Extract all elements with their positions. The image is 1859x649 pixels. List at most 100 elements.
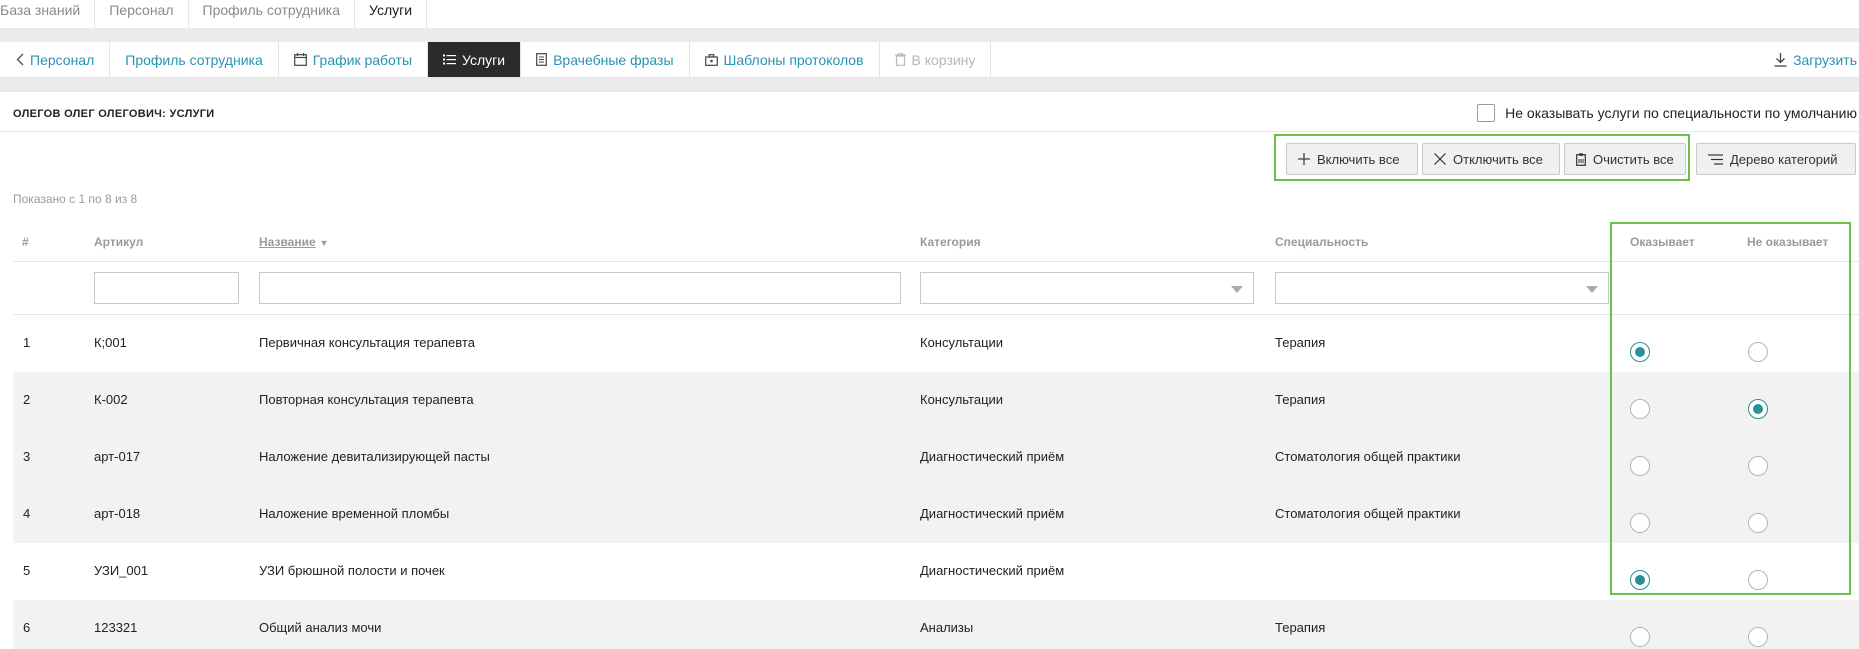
panel-header: ОЛЕГОВ ОЛЕГ ОЛЕГОВИЧ: УСЛУГИ Не оказыват…: [0, 92, 1859, 132]
category-tree-label: Дерево категорий: [1730, 151, 1838, 167]
clipboard-icon: [1576, 152, 1586, 166]
top-tab-services[interactable]: Услуги: [354, 0, 428, 28]
table-row: 3 арт-017 Наложение девитализирующей пас…: [13, 429, 1859, 486]
row-name: Повторная консультация терапевта: [259, 392, 474, 407]
top-tab-label: База знаний: [0, 2, 81, 18]
row-number: 3: [23, 449, 31, 464]
column-header-category[interactable]: Категория: [920, 235, 981, 249]
top-tab-knowledge-base[interactable]: База знаний: [0, 0, 96, 28]
row-article: арт-018: [94, 506, 141, 521]
row-category: Диагностический приём: [920, 449, 1065, 464]
tab-move-to-trash[interactable]: В корзину: [880, 42, 992, 77]
download-link[interactable]: Загрузить: [1774, 42, 1859, 77]
filter-name-input[interactable]: [259, 272, 901, 304]
disable-all-label: Отключить все: [1453, 151, 1543, 167]
calendar-icon: [293, 53, 307, 66]
row-article: К;001: [94, 335, 127, 350]
row-specialty: Терапия: [1275, 392, 1326, 407]
row-name: Общий анализ мочи: [259, 620, 382, 635]
divider: [13, 261, 1859, 262]
sort-caret-icon: ▼: [319, 238, 329, 248]
back-to-personnel-link[interactable]: Персонал: [0, 42, 111, 77]
tab-label: В корзину: [911, 51, 976, 68]
row-number: 6: [23, 620, 31, 635]
row-article: УЗИ_001: [94, 563, 149, 578]
tab-protocol-templates[interactable]: Шаблоны протоколов: [690, 42, 880, 77]
radio-columns-highlight: [1610, 222, 1851, 595]
row-category: Диагностический приём: [920, 506, 1065, 521]
provides-radio[interactable]: [1630, 627, 1650, 647]
tab-label: Профиль сотрудника: [125, 51, 263, 68]
top-tab-label: Услуги: [368, 2, 413, 18]
tree-icon: [1708, 153, 1723, 165]
chevron-down-icon: [1586, 286, 1598, 293]
tab-employee-profile[interactable]: Профиль сотрудника: [110, 42, 279, 77]
row-specialty: Терапия: [1275, 335, 1326, 350]
row-article: К-002: [94, 392, 128, 407]
briefcase-icon: [704, 53, 718, 66]
separator: [0, 28, 1859, 42]
top-tab-label: Персонал: [109, 2, 174, 18]
row-specialty: Терапия: [1275, 620, 1326, 635]
row-specialty: Стоматология общей практики: [1275, 449, 1461, 464]
table-row: 2 К-002 Повторная консультация терапевта…: [13, 372, 1859, 429]
table-row: 6 123321 Общий анализ мочи Анализы Терап…: [13, 600, 1859, 649]
row-name: Первичная консультация терапевта: [259, 335, 475, 350]
row-name: Наложение девитализирующей пасты: [259, 449, 490, 464]
enable-all-button[interactable]: Включить все: [1286, 143, 1418, 175]
separator: [0, 78, 1859, 92]
row-category: Консультации: [920, 335, 1004, 350]
default-specialty-label: Не оказывать услуги по специальности по …: [1505, 105, 1857, 121]
clear-all-button[interactable]: Очистить все: [1564, 143, 1686, 175]
back-link-label: Персонал: [30, 51, 95, 68]
column-header-name[interactable]: Название ▼: [259, 235, 329, 249]
row-number: 2: [23, 392, 31, 407]
tab-medical-phrases[interactable]: Врачебные фразы: [521, 42, 690, 77]
table-row: 1 К;001 Первичная консультация терапевта…: [13, 315, 1859, 372]
trash-icon: [894, 53, 906, 66]
download-icon: [1774, 52, 1787, 67]
row-name: УЗИ брюшной полости и почек: [259, 563, 445, 578]
row-article: 123321: [94, 620, 138, 635]
default-specialty-option[interactable]: Не оказывать услуги по специальности по …: [1477, 104, 1857, 122]
column-header-article[interactable]: Артикул: [94, 235, 143, 249]
default-specialty-checkbox[interactable]: [1477, 104, 1496, 122]
list-icon: [443, 54, 457, 65]
chevron-left-icon: [16, 53, 24, 66]
top-tabs: База знаний Персонал Профиль сотрудника …: [0, 0, 1859, 28]
filter-category-select[interactable]: [920, 272, 1254, 304]
pagination-info: Показано с 1 по 8 из 8: [13, 192, 138, 206]
top-tab-label: Профиль сотрудника: [202, 2, 340, 18]
column-header-specialty[interactable]: Специальность: [1275, 235, 1368, 249]
disable-all-button[interactable]: Отключить все: [1422, 143, 1560, 175]
category-tree-button[interactable]: Дерево категорий: [1696, 143, 1856, 175]
download-label: Загрузить: [1793, 51, 1857, 68]
row-category: Анализы: [920, 620, 974, 635]
filter-article-input[interactable]: [94, 272, 239, 304]
row-number: 4: [23, 506, 31, 521]
row-category: Диагностический приём: [920, 563, 1065, 578]
sub-nav: Персонал Профиль сотрудника График работ…: [0, 42, 1859, 78]
top-tab-personnel[interactable]: Персонал: [95, 0, 189, 28]
row-number: 1: [23, 335, 31, 350]
top-tab-employee-profile[interactable]: Профиль сотрудника: [189, 0, 355, 28]
table-row: 5 УЗИ_001 УЗИ брюшной полости и почек Ди…: [13, 543, 1859, 600]
row-category: Консультации: [920, 392, 1004, 407]
clear-all-label: Очистить все: [1593, 151, 1674, 167]
close-icon: [1434, 153, 1446, 165]
not-provides-radio[interactable]: [1748, 627, 1768, 647]
filter-specialty-select[interactable]: [1275, 272, 1609, 304]
column-header-name-label: Название: [259, 235, 316, 249]
row-article: арт-017: [94, 449, 141, 464]
tab-work-schedule[interactable]: График работы: [279, 42, 429, 77]
chevron-down-icon: [1231, 286, 1243, 293]
plus-icon: [1298, 153, 1310, 165]
tab-services[interactable]: Услуги: [428, 42, 522, 77]
row-number: 5: [23, 563, 31, 578]
row-name: Наложение временной пломбы: [259, 506, 450, 521]
row-specialty: Стоматология общей практики: [1275, 506, 1461, 521]
tab-label: Шаблоны протоколов: [723, 51, 864, 68]
page-title: ОЛЕГОВ ОЛЕГ ОЛЕГОВИЧ: УСЛУГИ: [13, 108, 215, 120]
tab-label: График работы: [312, 51, 413, 68]
tab-label: Врачебные фразы: [553, 51, 674, 68]
